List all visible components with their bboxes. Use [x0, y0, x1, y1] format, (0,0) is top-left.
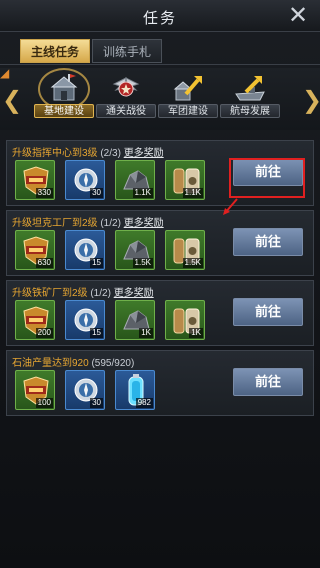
reward-item[interactable]: 30 — [65, 370, 105, 410]
reward-quantity: 982 — [135, 398, 153, 408]
reward-quantity: 200 — [35, 328, 53, 338]
task-window: 任务 ✕ 主线任务 训练手札 ◢ ❮ ❯ 基地建设 通关战役 — [0, 0, 320, 568]
reward-item[interactable]: 200 — [15, 300, 55, 340]
task-title: 石油产量达到920 — [12, 358, 89, 369]
reward-quantity: 15 — [90, 328, 103, 338]
reward-quantity: 1.5K — [132, 258, 153, 268]
reward-item[interactable]: 30 — [65, 160, 105, 200]
more-rewards-link[interactable]: 更多奖励 — [114, 288, 154, 299]
reward-item[interactable]: 630 — [15, 230, 55, 270]
category-base-building[interactable]: 基地建设 — [34, 68, 94, 120]
reward-quantity: 1.1K — [132, 188, 153, 198]
carrier-arrow-icon — [235, 76, 265, 101]
task-header: 石油产量达到920 (595/920) — [12, 354, 134, 369]
category-legion[interactable]: 军团建设 — [158, 72, 218, 120]
base-building-icon — [50, 74, 78, 101]
close-icon[interactable]: ✕ — [286, 3, 310, 28]
category-label: 军团建设 — [158, 104, 218, 118]
reward-quantity: 1.1K — [182, 188, 203, 198]
campaign-wings-icon — [112, 77, 140, 97]
category-carrier[interactable]: 航母发展 — [220, 72, 280, 120]
reward-item[interactable]: 15 — [65, 230, 105, 270]
go-button[interactable]: 前往 — [233, 368, 303, 396]
task-progress: (595/920) — [91, 358, 135, 369]
category-label: 通关战役 — [96, 104, 156, 118]
chevron-left-icon[interactable]: ❮ — [2, 86, 22, 114]
reward-quantity: 30 — [90, 398, 103, 408]
task-title: 升级指挥中心到3级 — [12, 148, 98, 159]
task-title: 升级铁矿厂到2级 — [12, 288, 88, 299]
reward-quantity: 1K — [189, 328, 203, 338]
more-rewards-link[interactable]: 更多奖励 — [124, 148, 164, 159]
reward-item[interactable]: 330 — [15, 160, 55, 200]
chevron-right-icon[interactable]: ❯ — [302, 86, 320, 114]
more-rewards-link[interactable]: 更多奖励 — [124, 218, 164, 229]
reward-item[interactable]: 982 — [115, 370, 155, 410]
go-button[interactable]: 前往 — [233, 298, 303, 326]
reward-item[interactable]: 1.5K — [165, 230, 205, 270]
title-bar: 任务 ✕ — [0, 0, 320, 32]
reward-item[interactable]: 1K — [165, 300, 205, 340]
category-label: 航母发展 — [220, 104, 280, 118]
task-row: 升级坦克工厂到2级 (1/2) 更多奖励 630 15 1.5K 1.5K 前往 — [6, 210, 314, 276]
window-title: 任务 — [142, 10, 177, 27]
reward-quantity: 330 — [35, 188, 53, 198]
tab-training-notes[interactable]: 训练手札 — [92, 39, 162, 63]
reward-quantity: 15 — [90, 258, 103, 268]
task-progress: (2/3) — [100, 148, 121, 159]
reward-item[interactable]: 1K — [115, 300, 155, 340]
side-ribbon-icon: ◢ — [0, 66, 10, 80]
task-row: 升级铁矿厂到2级 (1/2) 更多奖励 200 15 1K 1K 前往 — [6, 280, 314, 346]
pointer-arrow-icon — [223, 198, 238, 215]
reward-quantity: 1.5K — [182, 258, 203, 268]
reward-item[interactable]: 1.1K — [165, 160, 205, 200]
reward-quantity: 100 — [35, 398, 53, 408]
reward-item[interactable]: 1.1K — [115, 160, 155, 200]
tutorial-highlight-frame — [229, 158, 305, 198]
reward-quantity: 1K — [139, 328, 153, 338]
reward-item[interactable]: 100 — [15, 370, 55, 410]
tab-main-quest[interactable]: 主线任务 — [20, 39, 90, 63]
reward-quantity: 630 — [35, 258, 53, 268]
reward-item[interactable]: 15 — [65, 300, 105, 340]
tab-divider — [0, 64, 320, 65]
category-label: 基地建设 — [34, 104, 94, 118]
task-title: 升级坦克工厂到2级 — [12, 218, 98, 229]
reward-item[interactable]: 1.5K — [115, 230, 155, 270]
legion-arrow-icon — [173, 76, 202, 101]
task-progress: (1/2) — [90, 288, 111, 299]
category-campaign[interactable]: 通关战役 — [96, 72, 156, 120]
task-row: 石油产量达到920 (595/920) 100 30 982 前往 — [6, 350, 314, 416]
task-header: 升级坦克工厂到2级 (1/2) 更多奖励 — [12, 214, 164, 229]
task-header: 升级铁矿厂到2级 (1/2) 更多奖励 — [12, 284, 154, 299]
task-header: 升级指挥中心到3级 (2/3) 更多奖励 — [12, 144, 164, 159]
go-button[interactable]: 前往 — [233, 228, 303, 256]
reward-quantity: 30 — [90, 188, 103, 198]
task-progress: (1/2) — [100, 218, 121, 229]
tab-bar: 主线任务 训练手札 — [20, 39, 162, 63]
